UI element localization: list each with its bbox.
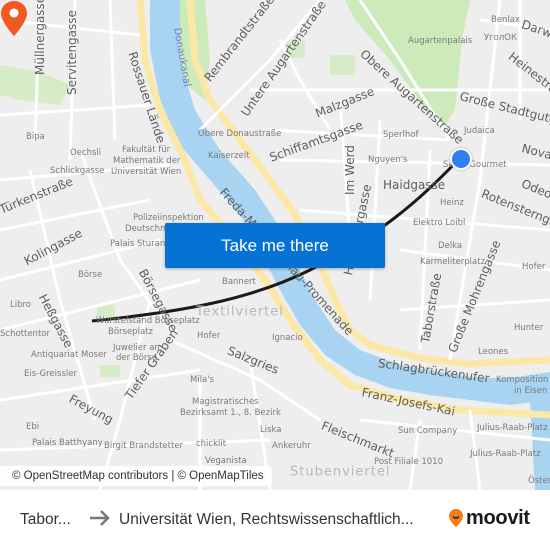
park-block [100,365,120,377]
poi-label: Komposition [496,374,549,385]
poi-label: Benlax [491,14,521,25]
poi-label: Julius-Raab-Platz [470,448,541,459]
origin-marker[interactable] [450,148,472,170]
poi-label: Liska [260,424,282,435]
map-attribution[interactable]: © OpenStreetMap contributors | © OpenMap… [0,466,272,486]
poi-label: Palais Batthyany [32,437,103,448]
poi-label: Julius-Raab-Platz [477,422,548,433]
poi-label: Juwelier an [113,342,160,353]
poi-label: Fakultät für [122,144,171,155]
poi-label: chicklit [196,438,227,449]
street-label: Servitengasse [65,10,79,95]
destination-name: Universität Wien, Rechtswissenschaftlich… [119,511,414,528]
park-block [330,55,355,75]
district-label: Stubenviertel [290,464,391,480]
poi-label: Österreich [528,475,550,486]
poi-label: Hofer [522,261,546,272]
map-view[interactable]: Müllnergasse Servitengasse Rossauer Lände R… [0,0,550,490]
take-me-there-button[interactable]: Take me there [165,223,385,268]
poi-label: Mathematik der [113,155,181,166]
poi-label: Palais Sturany [110,238,171,249]
poi-label: Ignacio [272,332,303,343]
arrow-right-icon [90,510,110,526]
poi-label: Delka [438,240,463,251]
moovit-logo[interactable]: moovit [448,507,530,529]
poi-label: Hofer [197,330,221,341]
poi-label: Elektro Loibl [413,217,466,228]
poi-label: Ankeruhr [272,440,311,451]
poi-label: Antiquariat Moser [31,349,107,360]
moovit-pin-icon [449,509,463,527]
poi-label: Kaiserzelt [208,150,250,161]
origin-stop-name: Tabor... [20,511,71,528]
poi-label: Nguyen's [368,154,408,165]
poi-label: Augartenpalais [408,35,473,46]
poi-label: Bannert [222,276,256,287]
street-label: Im Werd [343,145,357,195]
poi-label: Universität Wien [111,166,182,177]
poi-label: Bezirksamt 1., 8. Bezirk [180,407,281,418]
poi-label: Karmeliterplatz [420,256,486,267]
poi-label: Börse [78,269,103,280]
poi-label: Mila's [190,374,215,385]
poi-label: Sun Company [398,425,458,436]
poi-label: Veganista [205,455,247,466]
brand-name: moovit [466,506,530,529]
poi-label: Sperlhof [383,129,419,140]
poi-label: in Eisen [514,385,548,396]
poi-label: Leones [478,346,509,357]
poi-label: УголОК [484,32,518,43]
poi-label: Börseplatz [108,326,153,337]
poi-label: Schottentor [0,328,50,339]
poi-label: Heinz [440,197,464,208]
poi-label: der Börse [116,352,158,363]
poi-label: Obere Donaustraße [198,128,282,139]
poi-label: Wurstelstand Börseplatz [96,315,200,326]
poi-label: Magistratisches [192,396,259,407]
poi-label: Judaica [464,125,495,136]
route-footer: Tabor... Universität Wien, Rechtswissens… [0,490,550,550]
poi-label: Hunter [514,322,544,333]
street-label: Haidgasse [383,178,446,192]
poi-label: Eis-Greissler [24,368,77,379]
poi-label: Ebi [26,421,40,432]
street-label: Müllnergasse [33,0,47,75]
poi-label: Polizeiinspektion [133,212,204,223]
poi-label: Oechsli [70,147,102,158]
poi-label: Libro [10,299,32,310]
poi-label: Schlickgasse [50,165,105,176]
district-label: Textilviertel [196,304,284,320]
poi-label: Birgit Brandstetter [104,440,184,451]
poi-label: Bipa [26,131,45,142]
destination-pin-icon[interactable] [0,0,28,38]
